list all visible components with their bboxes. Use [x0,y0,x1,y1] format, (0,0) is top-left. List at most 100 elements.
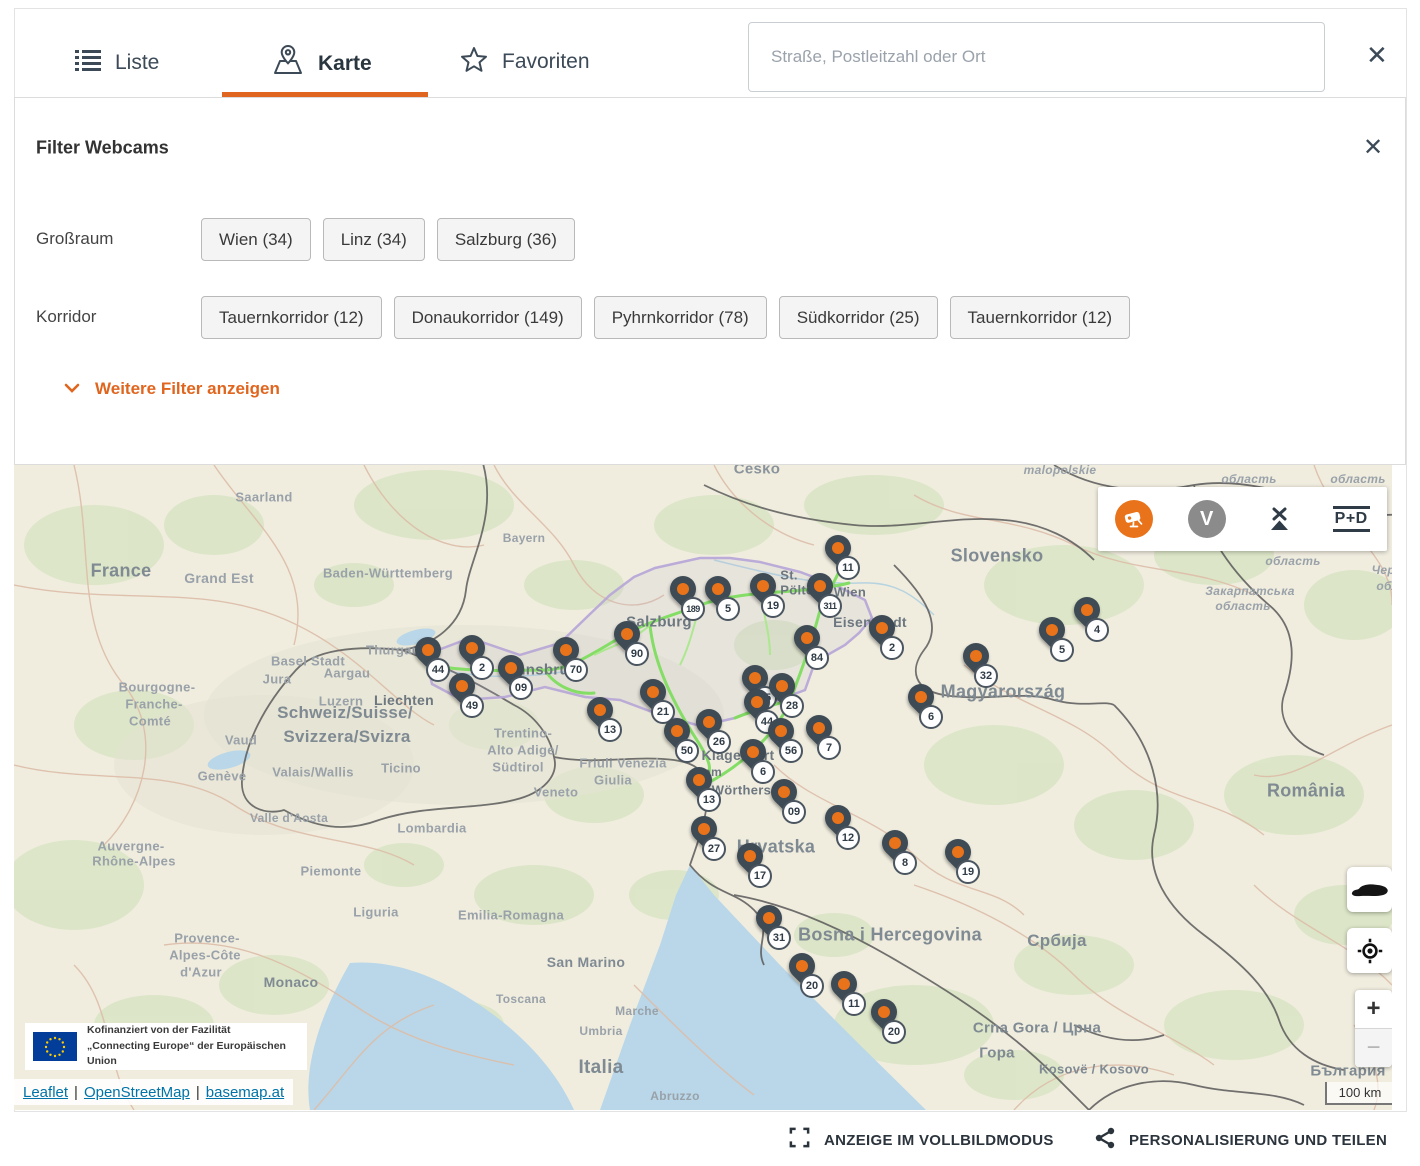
marker-count-badge: 2 [880,636,904,660]
map-label: Bayern [503,531,546,545]
map-marker[interactable]: 13 [587,697,613,723]
map-label: France [91,561,152,582]
map-marker[interactable]: 32 [963,643,989,669]
filter-button-suedkorridor[interactable]: Südkorridor (25) [779,296,938,339]
map-marker[interactable]: 28 [769,673,795,699]
pin-dot [796,960,808,972]
locate-button[interactable] [1347,928,1392,973]
pin-dot [671,725,683,737]
attribution-link-basemap[interactable]: basemap.at [206,1084,284,1101]
map-label: Србија [1027,931,1087,951]
map-marker[interactable]: 2 [459,635,485,661]
map-marker[interactable]: 26 [696,709,722,735]
map-marker[interactable]: 09 [498,655,524,681]
map-marker[interactable]: 6 [740,739,766,765]
map-marker[interactable]: 70 [553,637,579,663]
marker-count-badge: 5 [1050,638,1074,662]
roadworks-icon[interactable] [1260,500,1298,538]
map-marker[interactable]: 6 [908,684,934,710]
map-marker[interactable]: 17 [737,843,763,869]
map-canvas[interactable]: ČeskomalopolskieобластьобластьSlovenskoо… [14,465,1392,1110]
webcam-icon[interactable] [1115,500,1153,538]
zoom-out-button[interactable]: − [1355,1029,1392,1067]
marker-count-badge: 32 [974,664,998,688]
map-label: Alpes-Côte [169,948,241,963]
eu-flag-icon [33,1032,77,1061]
attribution-separator: | [196,1084,200,1101]
tab-favoriten[interactable]: Favoriten [460,46,590,78]
marker-count-badge: 50 [675,739,699,763]
filter-button-pyhrnkorridor[interactable]: Pyhrnkorridor (78) [594,296,767,339]
map-marker[interactable]: 5 [1039,617,1065,643]
filter-button-linz[interactable]: Linz (34) [323,218,425,261]
map-label: Schweiz/Suisse/ [277,703,413,723]
webcam-map-widget: Liste Karte Favoriten ✕ Filter Webcams ✕… [0,0,1420,1166]
marker-count-badge: 8 [893,851,917,875]
pin-dot [751,696,763,708]
widget-close-icon[interactable]: ✕ [1366,42,1388,68]
pin-dot [878,1006,890,1018]
map-marker[interactable]: 19 [945,839,971,865]
map-label: Valle d'Aosta [250,811,328,825]
map-marker[interactable]: 11 [831,971,857,997]
map-label: Česko [734,465,781,478]
attribution-link-leaflet[interactable]: Leaflet [23,1084,68,1101]
pin-dot [814,580,826,592]
filter-button-donaukorridor[interactable]: Donaukorridor (149) [394,296,582,339]
map-marker[interactable]: 7 [806,715,832,741]
marker-count-badge: 6 [919,705,943,729]
map-marker[interactable]: 85 [742,665,768,691]
fullscreen-action[interactable]: ANZEIGE IM VOLLBILDMODUS [788,1126,1054,1154]
filter-button-tauernkorridor-2[interactable]: Tauernkorridor (12) [950,296,1131,339]
filter-button-wien[interactable]: Wien (34) [201,218,311,261]
pin-dot [422,644,434,656]
pin-dot [647,686,659,698]
map-marker[interactable]: 12 [825,805,851,831]
map-marker[interactable]: 44 [415,637,441,663]
map-marker[interactable]: 20 [789,953,815,979]
map-marker[interactable]: 27 [691,816,717,842]
austria-shape-button[interactable] [1347,867,1392,912]
map-marker[interactable]: 311 [807,573,833,599]
map-marker[interactable]: 8 [882,830,908,856]
map-marker[interactable]: 84 [794,625,820,651]
map-marker[interactable]: 56 [768,718,794,744]
map-marker[interactable]: 90 [614,621,640,647]
filter-button-tauernkorridor-1[interactable]: Tauernkorridor (12) [201,296,382,339]
p-plus-d-icon[interactable]: P+D [1333,506,1370,532]
tab-karte[interactable]: Karte [272,44,372,83]
map-marker[interactable]: 31 [756,905,782,931]
map-marker[interactable]: 09 [771,779,797,805]
search-box [748,22,1325,92]
map-marker[interactable]: 13 [686,767,712,793]
attribution-link-openstreetmap[interactable]: OpenStreetMap [84,1084,190,1101]
eu-funding-notice: Kofinanziert von der Fazilität „Connecti… [25,1023,307,1070]
filter-button-salzburg[interactable]: Salzburg (36) [437,218,575,261]
map-marker[interactable]: 49 [449,673,475,699]
map-marker[interactable]: 189 [670,576,696,602]
map-marker[interactable]: 50 [664,718,690,744]
map-marker[interactable]: 11 [825,535,851,561]
map-marker[interactable]: 21 [640,679,666,705]
map-marker[interactable]: 20 [871,999,897,1025]
map-marker[interactable]: 5 [705,576,731,602]
share-action[interactable]: PERSONALISIERUNG UND TEILEN [1094,1126,1387,1155]
map-marker[interactable]: 4 [1074,597,1100,623]
map-marker[interactable]: 2 [869,615,895,641]
pin-dot [560,644,572,656]
marker-count-badge: 11 [836,556,860,580]
tab-liste[interactable]: Liste [75,48,159,77]
zoom-in-button[interactable]: + [1355,990,1392,1029]
map-label: Чернівец [1372,563,1392,577]
v-badge-icon[interactable]: V [1188,500,1226,538]
search-input[interactable] [748,22,1325,92]
map-label: Jura [263,672,292,687]
map-label: Magyarország [941,682,1066,703]
pin-dot [775,725,787,737]
filter-panel-close-icon[interactable]: ✕ [1363,136,1383,160]
more-filters-toggle[interactable]: Weitere Filter anzeigen [64,379,280,399]
marker-count-badge: 20 [882,1020,906,1044]
map-marker[interactable]: 19 [750,573,776,599]
map-marker[interactable]: 44 [744,689,770,715]
pin-dot [915,691,927,703]
